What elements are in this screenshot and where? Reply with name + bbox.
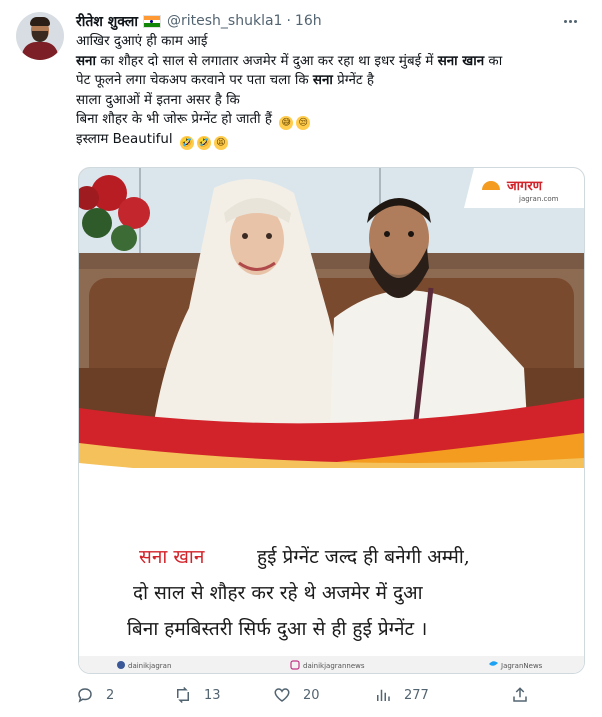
heart-icon [274,688,290,702]
reply-button[interactable]: 2 [76,682,114,708]
retweet-icon [177,686,189,704]
tweet-text: आखिर दुआएं ही काम आई सना का शौहर दो साल … [76,32,591,150]
avatar-beard [32,31,48,42]
facebook-icon [117,661,125,669]
reply-count: 2 [106,687,115,703]
caption-line-2: दो साल से शौहर कर रहे थे अजमेर में दुआ [133,581,423,605]
retweet-button[interactable]: 13 [174,682,221,708]
author-avatar[interactable] [16,12,64,60]
author-display-name[interactable]: रीतेश शुक्ला [76,12,138,31]
avatar-shirt [22,42,58,60]
tweet-line-1: आखिर दुआएं ही काम आई [76,34,208,49]
tweet-line-6: इस्लाम Beautiful 🤣 🤣 😫 [76,130,591,150]
rofl-emoji-icon: 🤣 [179,135,194,150]
avatar-hair [30,17,50,26]
caption-name: सना खान [139,546,205,568]
tweet-line-4: साला दुआओं में इतना असर है कि [76,92,240,108]
footer-facebook: dainikjagran [128,662,171,670]
more-options-icon[interactable] [558,10,582,32]
tweet-media-image[interactable]: जागरण jagran.com सना खान हुई प्रेग्नेंट … [78,167,585,674]
like-count: 20 [303,687,320,703]
tired-face-emoji-icon: 😫 [213,135,228,150]
views-count: 277 [404,687,429,703]
tweet-header: रीतेश शुक्ला @ritesh_shukla1 · 16h [76,10,322,32]
unamused-emoji-icon: 😒 [296,116,311,130]
tweet[interactable]: रीतेश शुक्ला @ritesh_shukla1 · 16h आखिर … [0,0,602,717]
tweet-timestamp[interactable]: 16h [295,13,322,29]
brand-name: जागरण [506,179,543,194]
caption-line-1: हुई प्रेग्नेंट जल्द ही बनेगी अम्मी, [257,545,470,570]
tweet-line-3: पेट फूलने लगा चेकअप करवाने पर पता चला कि… [76,73,375,88]
footer-twitter: JagranNews [500,662,543,670]
share-button[interactable] [511,682,541,708]
jagran-logo: जागरण jagran.com [464,168,584,208]
brand-site: jagran.com [518,195,559,203]
views-icon [377,689,390,701]
views-button[interactable]: 277 [374,682,429,708]
caption-panel [79,468,584,673]
footer-instagram: dainikjagrannews [303,662,365,670]
reply-icon [78,688,92,703]
rofl-emoji-icon: 🤣 [196,135,211,150]
author-handle[interactable]: @ritesh_shukla1 [167,13,282,29]
retweet-count: 13 [204,687,221,703]
tweet-line-2: सना का शौहर दो साल से लगातार अजमेर में द… [76,53,503,69]
india-flag-icon [143,14,161,28]
header-separator: · [286,13,291,29]
sweat-smile-emoji-icon: 😅 [279,116,294,130]
tweet-actions: 2 13 20 277 [76,682,591,708]
tweet-line-5: बिना शौहर के भी जोरू प्रेग्नेंट हो जाती … [76,110,591,130]
share-icon [513,687,527,702]
caption-line-3: बिना हमबिस्तरी सिर्फ दुआ से ही हुई प्रेग… [127,617,427,642]
like-button[interactable]: 20 [273,682,320,708]
